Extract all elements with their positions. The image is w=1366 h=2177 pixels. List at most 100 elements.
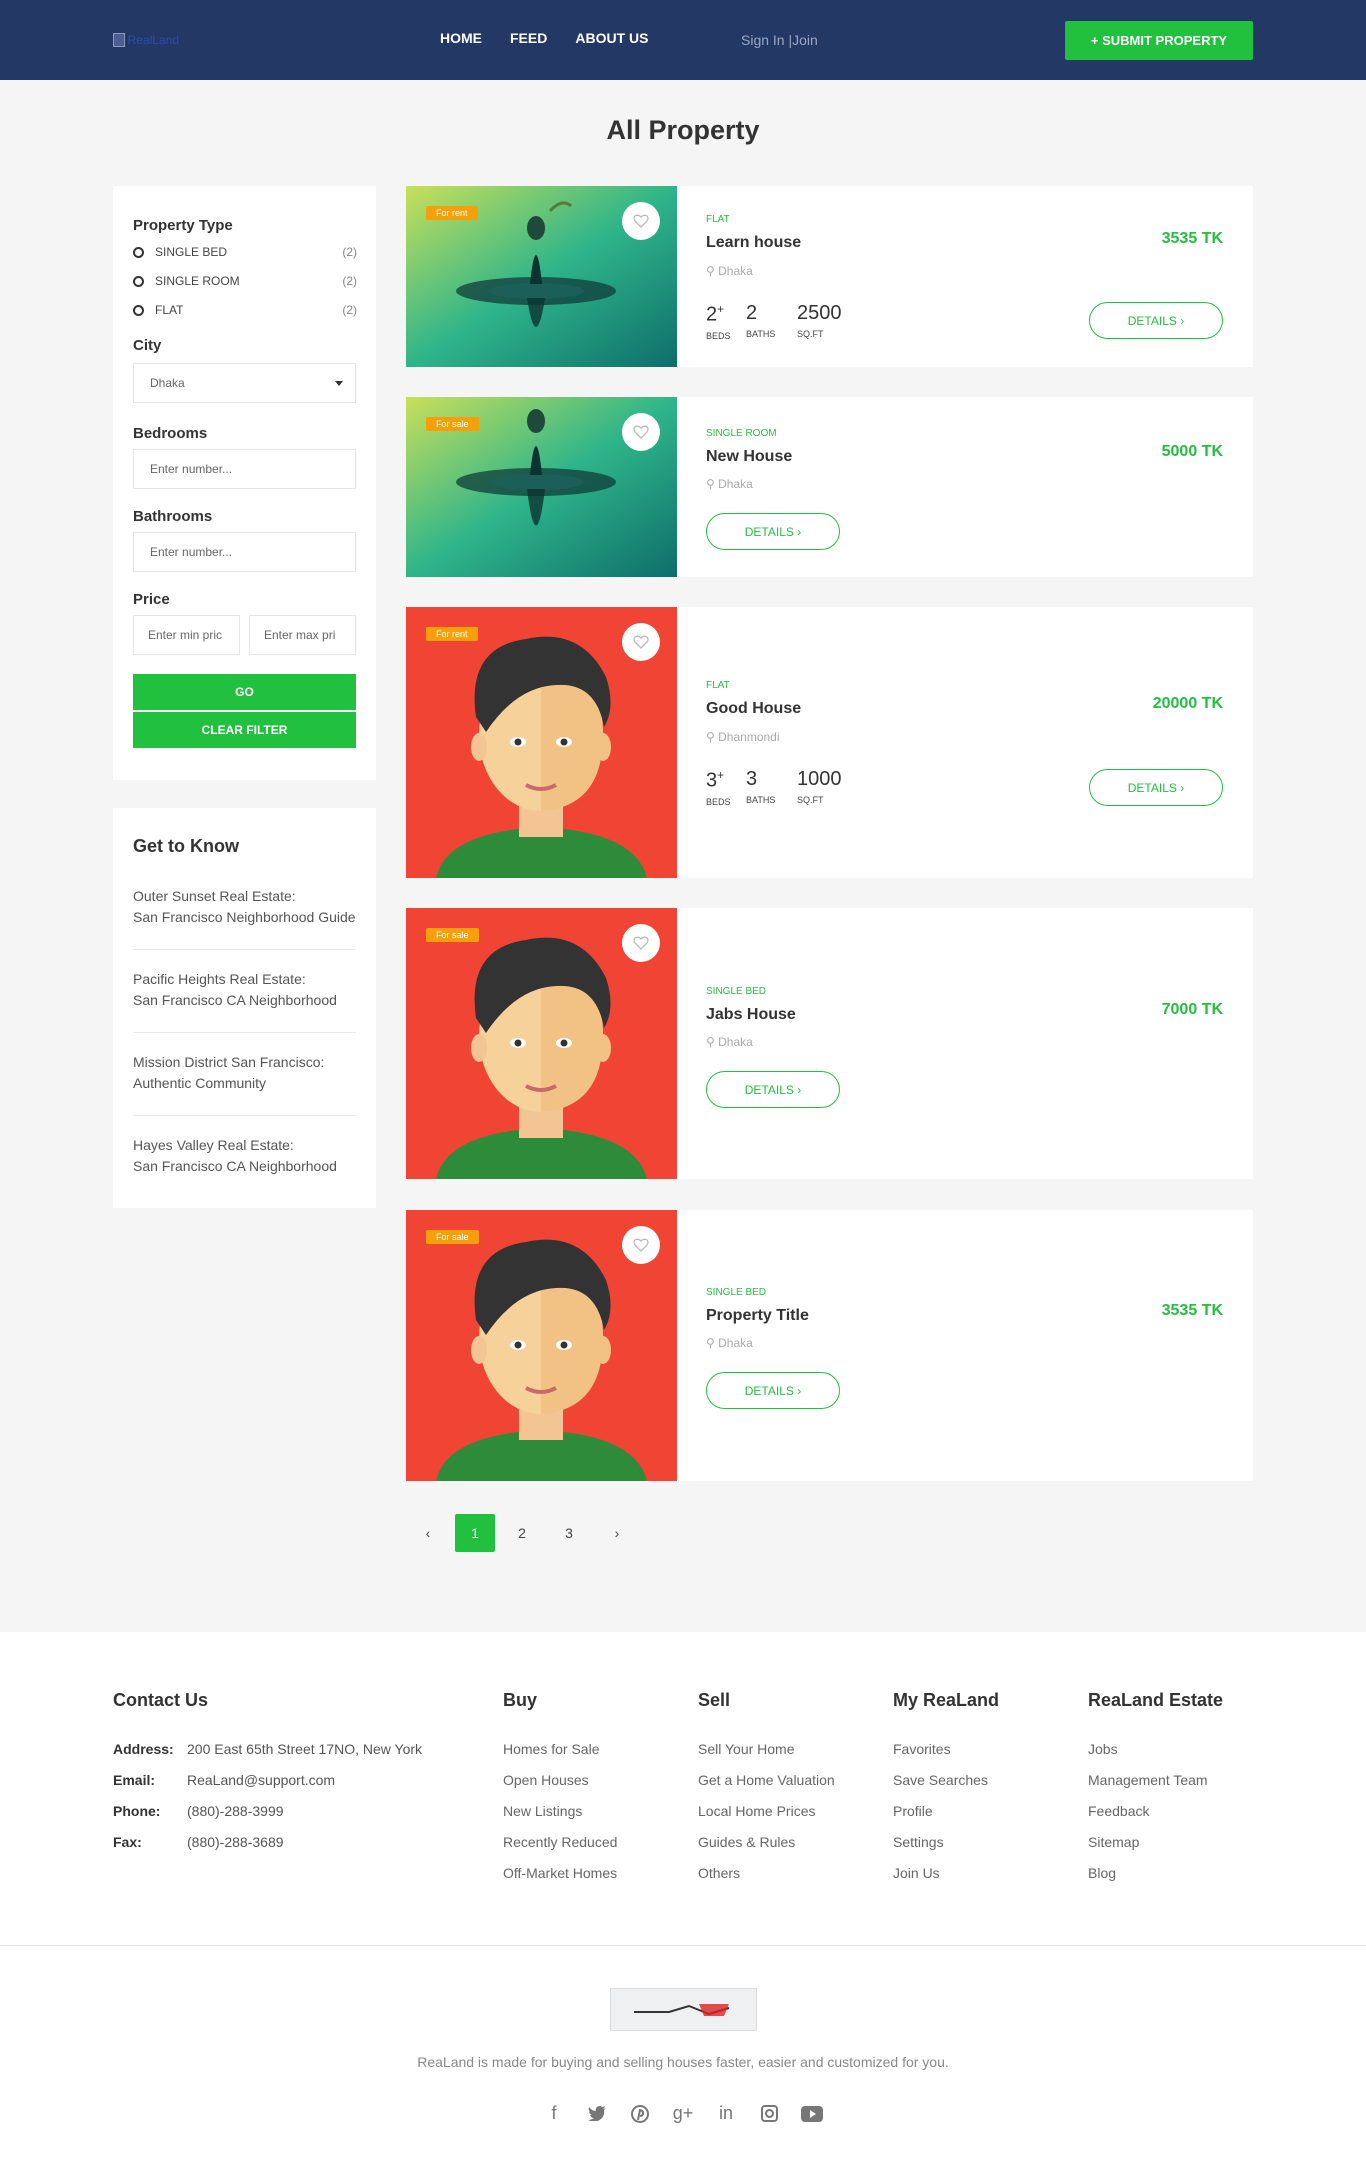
youtube-icon[interactable] — [799, 2100, 826, 2127]
property-name[interactable]: Property Title — [706, 1307, 809, 1325]
favorite-button[interactable] — [622, 413, 660, 451]
favorite-button[interactable] — [622, 1226, 660, 1264]
email-value[interactable]: ReaLand@support.com — [187, 1772, 335, 1788]
footer-tagline: ReaLand is made for buying and selling h… — [417, 2054, 949, 2070]
sqft-unit: SQ.FT — [797, 795, 824, 805]
property-type: FLAT — [706, 680, 730, 691]
nav-home[interactable]: HOME — [440, 30, 482, 46]
footer-logo[interactable] — [610, 1988, 757, 2031]
know-link-line1: Pacific Heights Real Estate: — [133, 971, 306, 987]
property-card[interactable]: For sale SINGLE ROOM New House ⚲ Dhaka 5… — [406, 397, 1253, 577]
footer-link[interactable]: Blog — [1088, 1865, 1116, 1881]
favorite-button[interactable] — [622, 623, 660, 661]
details-button[interactable]: DETAILS › — [706, 513, 840, 550]
listing-status-badge: For sale — [426, 417, 479, 431]
property-location: ⚲ Dhanmondi — [706, 730, 780, 744]
footer-link[interactable]: Off-Market Homes — [503, 1865, 617, 1881]
details-button[interactable]: DETAILS › — [1089, 769, 1223, 806]
property-price: 7000 TK — [1161, 1001, 1223, 1018]
chevron-down-icon — [335, 381, 343, 386]
top-navbar: RealLand HOME FEED ABOUT US Sign In |Joi… — [0, 0, 1366, 80]
nav-feed[interactable]: FEED — [510, 30, 547, 46]
property-card[interactable]: For sale SINGLE BED Jabs House ⚲ Dhaka 7… — [406, 908, 1253, 1179]
go-button[interactable]: GO — [133, 674, 356, 710]
property-name[interactable]: Good House — [706, 700, 801, 718]
radio-circle[interactable] — [133, 247, 144, 258]
footer-link[interactable]: Open Houses — [503, 1772, 589, 1788]
details-button[interactable]: DETAILS › — [706, 1372, 840, 1409]
city-select[interactable]: Dhaka — [133, 363, 356, 403]
radio-label: SINGLE BED — [155, 245, 228, 259]
min-price-input[interactable]: Enter min pric — [133, 615, 240, 655]
page-3-button[interactable]: 3 — [549, 1514, 589, 1552]
footer-link[interactable]: Sell Your Home — [698, 1741, 795, 1757]
heart-icon — [633, 214, 649, 228]
next-page-button[interactable]: › — [597, 1514, 637, 1552]
divider — [133, 949, 356, 950]
footer-link[interactable]: Feedback — [1088, 1803, 1149, 1819]
bathrooms-input[interactable]: Enter number... — [133, 532, 356, 572]
footer-link[interactable]: Save Searches — [893, 1772, 988, 1788]
footer-link[interactable]: New Listings — [503, 1803, 582, 1819]
property-card[interactable]: For sale SINGLE BED Property Title ⚲ Dha… — [406, 1210, 1253, 1481]
property-name[interactable]: Jabs House — [706, 1006, 796, 1024]
property-type: SINGLE ROOM — [706, 428, 777, 439]
footer-link[interactable]: Guides & Rules — [698, 1834, 795, 1850]
footer-link[interactable]: Settings — [893, 1834, 944, 1850]
know-link[interactable]: Outer Sunset Real Estate: San Francisco … — [133, 886, 356, 928]
favorite-button[interactable] — [622, 202, 660, 240]
beds-count: 2+ — [706, 302, 725, 326]
bedrooms-input[interactable]: Enter number... — [133, 449, 356, 489]
radio-flat[interactable]: FLAT (2) — [133, 303, 357, 319]
property-name[interactable]: New House — [706, 448, 792, 466]
property-card[interactable]: For rent FLAT Good House ⚲ Dhanmondi 200… — [406, 607, 1253, 878]
footer-link[interactable]: Homes for Sale — [503, 1741, 599, 1757]
submit-property-button[interactable]: + SUBMIT PROPERTY — [1065, 21, 1253, 60]
property-name[interactable]: Learn house — [706, 234, 801, 252]
get-to-know-panel: Get to Know Outer Sunset Real Estate: Sa… — [113, 808, 376, 1208]
footer-link[interactable]: Sitemap — [1088, 1834, 1139, 1850]
nav-about-us[interactable]: ABOUT US — [575, 30, 648, 46]
know-link[interactable]: Pacific Heights Real Estate: San Francis… — [133, 969, 356, 1011]
radio-circle[interactable] — [133, 305, 144, 316]
signin-join-link[interactable]: Sign In |Join — [741, 32, 818, 48]
facebook-icon[interactable]: f — [541, 2100, 568, 2127]
footer-link[interactable]: Get a Home Valuation — [698, 1772, 835, 1788]
property-location: ⚲ Dhaka — [706, 477, 753, 491]
site-logo[interactable]: RealLand — [113, 31, 179, 49]
footer-link[interactable]: Favorites — [893, 1741, 951, 1757]
details-button[interactable]: DETAILS › — [706, 1071, 840, 1108]
clear-filter-button[interactable]: CLEAR FILTER — [133, 712, 356, 748]
google-plus-icon[interactable]: g+ — [670, 2100, 697, 2127]
footer-link[interactable]: Jobs — [1088, 1741, 1118, 1757]
know-link[interactable]: Hayes Valley Real Estate: San Francisco … — [133, 1135, 356, 1177]
radio-single-bed[interactable]: SINGLE BED (2) — [133, 245, 357, 261]
radio-circle[interactable] — [133, 276, 144, 287]
listing-status-badge: For rent — [426, 627, 478, 641]
linkedin-icon[interactable]: in — [713, 2100, 740, 2127]
footer-link[interactable]: Profile — [893, 1803, 933, 1819]
footer-link[interactable]: Others — [698, 1865, 740, 1881]
filter-panel: Property Type SINGLE BED (2) SINGLE ROOM… — [113, 186, 376, 780]
footer-link[interactable]: Management Team — [1088, 1772, 1208, 1788]
main-nav: HOME FEED ABOUT US — [440, 30, 648, 46]
prev-page-button[interactable]: ‹ — [408, 1514, 448, 1552]
know-link-line2: San Francisco CA Neighborhood — [133, 992, 337, 1008]
footer-link[interactable]: Recently Reduced — [503, 1834, 617, 1850]
twitter-icon[interactable] — [584, 2100, 611, 2127]
know-link[interactable]: Mission District San Francisco: Authenti… — [133, 1052, 356, 1094]
footer-link[interactable]: Join Us — [893, 1865, 940, 1881]
pinterest-icon[interactable] — [627, 2100, 654, 2127]
page-1-button[interactable]: 1 — [455, 1514, 495, 1552]
instagram-icon[interactable] — [756, 2100, 783, 2127]
footer-link[interactable]: Local Home Prices — [698, 1803, 816, 1819]
property-card[interactable]: For rent FLAT Learn house ⚲ Dhaka 3535 T… — [406, 186, 1253, 367]
radio-single-room[interactable]: SINGLE ROOM (2) — [133, 274, 357, 290]
sqft-unit: SQ.FT — [797, 329, 824, 339]
radio-count: (2) — [342, 303, 357, 317]
favorite-button[interactable] — [622, 924, 660, 962]
page-2-button[interactable]: 2 — [502, 1514, 542, 1552]
details-button[interactable]: DETAILS › — [1089, 302, 1223, 339]
max-price-input[interactable]: Enter max pri — [249, 615, 356, 655]
beds-unit: BEDS — [706, 796, 731, 807]
